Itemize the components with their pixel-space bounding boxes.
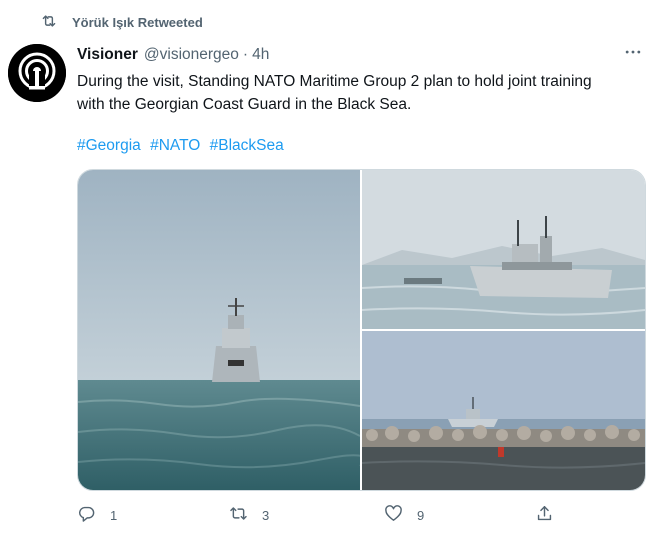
author-handle[interactable]: @visionergeo [144,46,239,64]
timestamp[interactable]: 4h [252,46,269,64]
retweet-count: 3 [262,507,270,523]
social-context[interactable]: Yörük Işık Retweeted [40,12,203,32]
media-photo-destroyer[interactable] [78,170,360,490]
tweet-text: During the visit, Standing NATO Maritime… [77,73,592,113]
hashtag-link[interactable]: #BlackSea [210,137,284,154]
share-button[interactable] [535,502,554,528]
reply-icon [77,504,96,526]
social-context-text: Yörük Işık Retweeted [72,14,203,30]
reply-count: 1 [110,507,118,523]
tweet-header: Visioner @visionergeo · 4h [77,44,645,66]
separator-dot: · [242,46,249,63]
hashtag-link[interactable]: #Georgia [77,137,141,154]
retweet-button[interactable]: 3 [229,502,269,528]
author-name[interactable]: Visioner [77,46,138,64]
like-count: 9 [417,507,425,523]
more-options-button[interactable] [621,42,645,66]
heart-icon [384,504,403,526]
reply-button[interactable]: 1 [77,502,117,528]
hashtag-list: #Georgia #NATO #BlackSea [77,134,289,157]
retweet-icon [229,504,248,526]
media-photo-breakwater[interactable] [362,331,645,490]
tweet-actions: 1 3 9 [77,502,567,528]
media-photo-frigate[interactable] [362,170,645,329]
more-icon [623,42,643,67]
retweet-icon [40,12,58,33]
avatar[interactable] [8,44,66,102]
like-button[interactable]: 9 [384,502,424,528]
hashtag-link[interactable]: #NATO [150,137,200,154]
media-grid [77,169,646,491]
share-icon [535,504,554,526]
